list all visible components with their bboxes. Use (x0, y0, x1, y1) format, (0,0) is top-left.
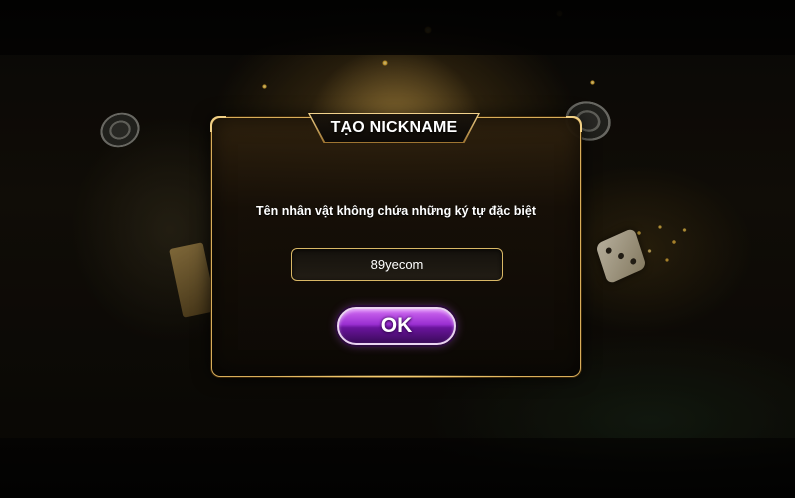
ok-button-label: OK (380, 314, 413, 337)
dialog-corner (566, 116, 582, 132)
dialog-corner (210, 116, 226, 132)
dialog-title: TẠO NICKNAME (330, 119, 458, 136)
nickname-input[interactable] (291, 248, 503, 281)
nickname-rule-message: Tên nhân vật không chứa những ký tự đặc … (256, 204, 536, 218)
ok-button[interactable]: OK (337, 307, 456, 345)
create-nickname-dialog: TẠO NICKNAME Tên nhân vật không chứa nhữ… (210, 113, 582, 378)
